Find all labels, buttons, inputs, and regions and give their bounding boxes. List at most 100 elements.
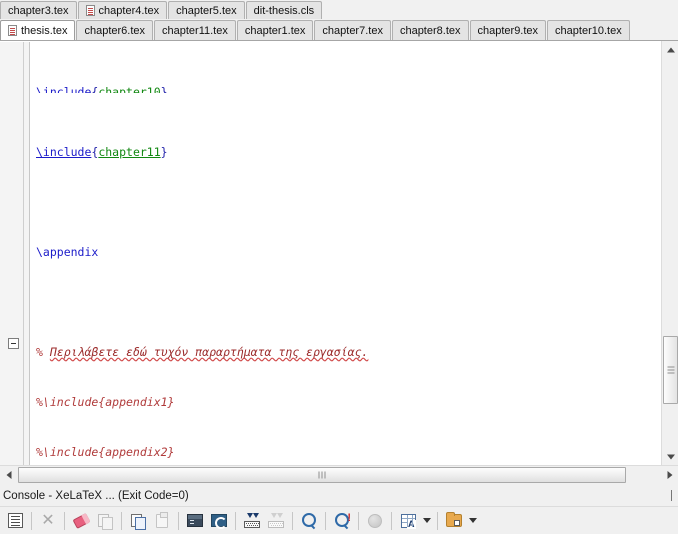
tab-label: chapter3.tex — [8, 4, 69, 17]
terminal-icon — [187, 514, 203, 527]
table-icon: A — [400, 513, 416, 529]
tab-thesis[interactable]: thesis.tex — [0, 20, 76, 40]
scroll-right-button[interactable] — [661, 466, 678, 484]
tab-dit-thesis-cls[interactable]: dit-thesis.cls — [245, 1, 323, 19]
tab-chapter8[interactable]: chapter8.tex — [391, 20, 469, 40]
grip-icon — [321, 471, 323, 479]
code-line[interactable] — [31, 194, 661, 211]
terminal-search-icon — [211, 514, 227, 529]
copy-all-button[interactable] — [93, 509, 117, 533]
keyboard-dim-icon — [268, 512, 284, 528]
tab-label: thesis.tex — [21, 24, 68, 37]
toolbar-separator — [121, 511, 122, 530]
tab-chapter11[interactable]: chapter11.tex — [154, 20, 236, 40]
console-title: Console - XeLaTeX ... (Exit Code=0) — [3, 490, 189, 502]
code-fold-marker[interactable] — [8, 337, 19, 349]
toolbar-separator — [31, 511, 32, 530]
tab-chapter1[interactable]: chapter1.tex — [236, 20, 314, 40]
editor-gutter — [0, 42, 30, 466]
keyboard-down-icon — [244, 512, 260, 528]
open-folder-button[interactable] — [442, 509, 466, 533]
toolbar-separator — [325, 511, 326, 530]
editor-tabbar-row-1: chapter3.tex chapter4.tex chapter5.tex d… — [0, 0, 678, 19]
tab-chapter10[interactable]: chapter10.tex — [547, 20, 630, 40]
tab-label: chapter6.tex — [84, 24, 146, 37]
scroll-left-button[interactable] — [0, 466, 17, 484]
chevron-right-icon — [667, 471, 672, 479]
texstudio-window: chapter3.tex chapter4.tex chapter5.tex d… — [0, 0, 678, 534]
chevron-down-icon — [422, 518, 431, 523]
copy-button[interactable] — [126, 509, 150, 533]
magnifier-error-icon: ! — [334, 512, 351, 529]
editor-vertical-scrollbar[interactable] — [661, 41, 678, 465]
tab-chapter7[interactable]: chapter7.tex — [314, 20, 391, 40]
close-console-button[interactable]: ✕ — [36, 509, 60, 533]
folder-icon — [446, 512, 462, 527]
tab-label: chapter5.tex — [176, 4, 237, 17]
find-button[interactable] — [297, 509, 321, 533]
toolbar-separator — [437, 511, 438, 530]
code-text-area[interactable]: \include{chapter10} \include{chapter11} … — [31, 42, 661, 466]
editor-tabbar-row-2: thesis.tex chapter6.tex chapter11.tex ch… — [0, 19, 678, 41]
console-toolbar: ✕ ! A — [0, 506, 678, 534]
console-panel-header: Console - XeLaTeX ... (Exit Code=0) — [0, 486, 678, 506]
paste-button[interactable] — [150, 509, 174, 533]
chevron-left-icon — [6, 471, 11, 479]
tab-chapter6[interactable]: chapter6.tex — [76, 20, 154, 40]
code-line[interactable]: %\include{appendix2} — [31, 444, 661, 461]
toolbar-separator — [292, 511, 293, 530]
scroll-up-button[interactable] — [662, 41, 678, 58]
code-line[interactable]: \include{chapter10} — [31, 84, 661, 93]
copy-disabled-icon — [98, 513, 113, 530]
tab-label: dit-thesis.cls — [253, 4, 315, 17]
table-view-button[interactable]: A — [396, 509, 420, 533]
table-view-dropdown[interactable] — [420, 509, 433, 533]
terminal-query-button[interactable] — [207, 509, 231, 533]
document-icon — [85, 5, 95, 16]
chevron-up-icon — [666, 47, 675, 52]
horizontal-scroll-thumb[interactable] — [18, 467, 626, 483]
document-icon — [8, 25, 17, 36]
status-indicator — [363, 509, 387, 533]
copy-icon — [131, 513, 146, 530]
vertical-scroll-thumb[interactable] — [663, 336, 678, 404]
find-error-button[interactable]: ! — [330, 509, 354, 533]
eraser-icon — [72, 512, 90, 529]
magnifier-icon — [301, 512, 317, 529]
tab-chapter9[interactable]: chapter9.tex — [469, 20, 547, 40]
clipboard-paste-icon — [156, 511, 168, 528]
code-line[interactable]: \include{chapter11} — [31, 144, 661, 161]
keyboard-button[interactable] — [264, 509, 288, 533]
log-lines-icon — [7, 513, 23, 528]
clear-console-button[interactable] — [69, 509, 93, 533]
terminal-button[interactable] — [183, 509, 207, 533]
editor-horizontal-scrollbar[interactable] — [0, 465, 678, 484]
editor-area: \include{chapter10} \include{chapter11} … — [0, 41, 678, 466]
tab-chapter3[interactable]: chapter3.tex — [0, 1, 77, 19]
toolbar-separator — [235, 511, 236, 530]
toolbar-separator — [358, 511, 359, 530]
show-log-button[interactable] — [3, 509, 27, 533]
tab-label: chapter11.tex — [162, 24, 228, 37]
grip-icon — [667, 369, 674, 371]
open-folder-dropdown[interactable] — [466, 509, 479, 533]
code-line[interactable]: \appendix — [31, 244, 661, 261]
code-line[interactable]: % Περιλάβετε εδώ τυχόν παραρτήματα της ε… — [31, 344, 661, 361]
chevron-down-icon — [468, 518, 477, 523]
tab-label: chapter10.tex — [555, 24, 622, 37]
code-line[interactable] — [31, 294, 661, 311]
tab-chapter4[interactable]: chapter4.tex — [77, 1, 168, 19]
code-line[interactable]: %\include{appendix1} — [31, 394, 661, 411]
tab-label: chapter7.tex — [322, 24, 383, 37]
jump-to-error-button[interactable] — [240, 509, 264, 533]
tab-chapter5[interactable]: chapter5.tex — [168, 1, 245, 19]
tab-label: chapter1.tex — [244, 24, 306, 37]
tab-label: chapter9.tex — [477, 24, 539, 37]
tab-label: chapter4.tex — [98, 4, 160, 17]
scroll-down-button[interactable] — [662, 448, 678, 465]
toolbar-separator — [64, 511, 65, 530]
toolbar-separator — [391, 511, 392, 530]
close-x-icon: ✕ — [41, 511, 55, 529]
toolbar-separator — [178, 511, 179, 530]
tab-label: chapter8.tex — [399, 24, 461, 37]
